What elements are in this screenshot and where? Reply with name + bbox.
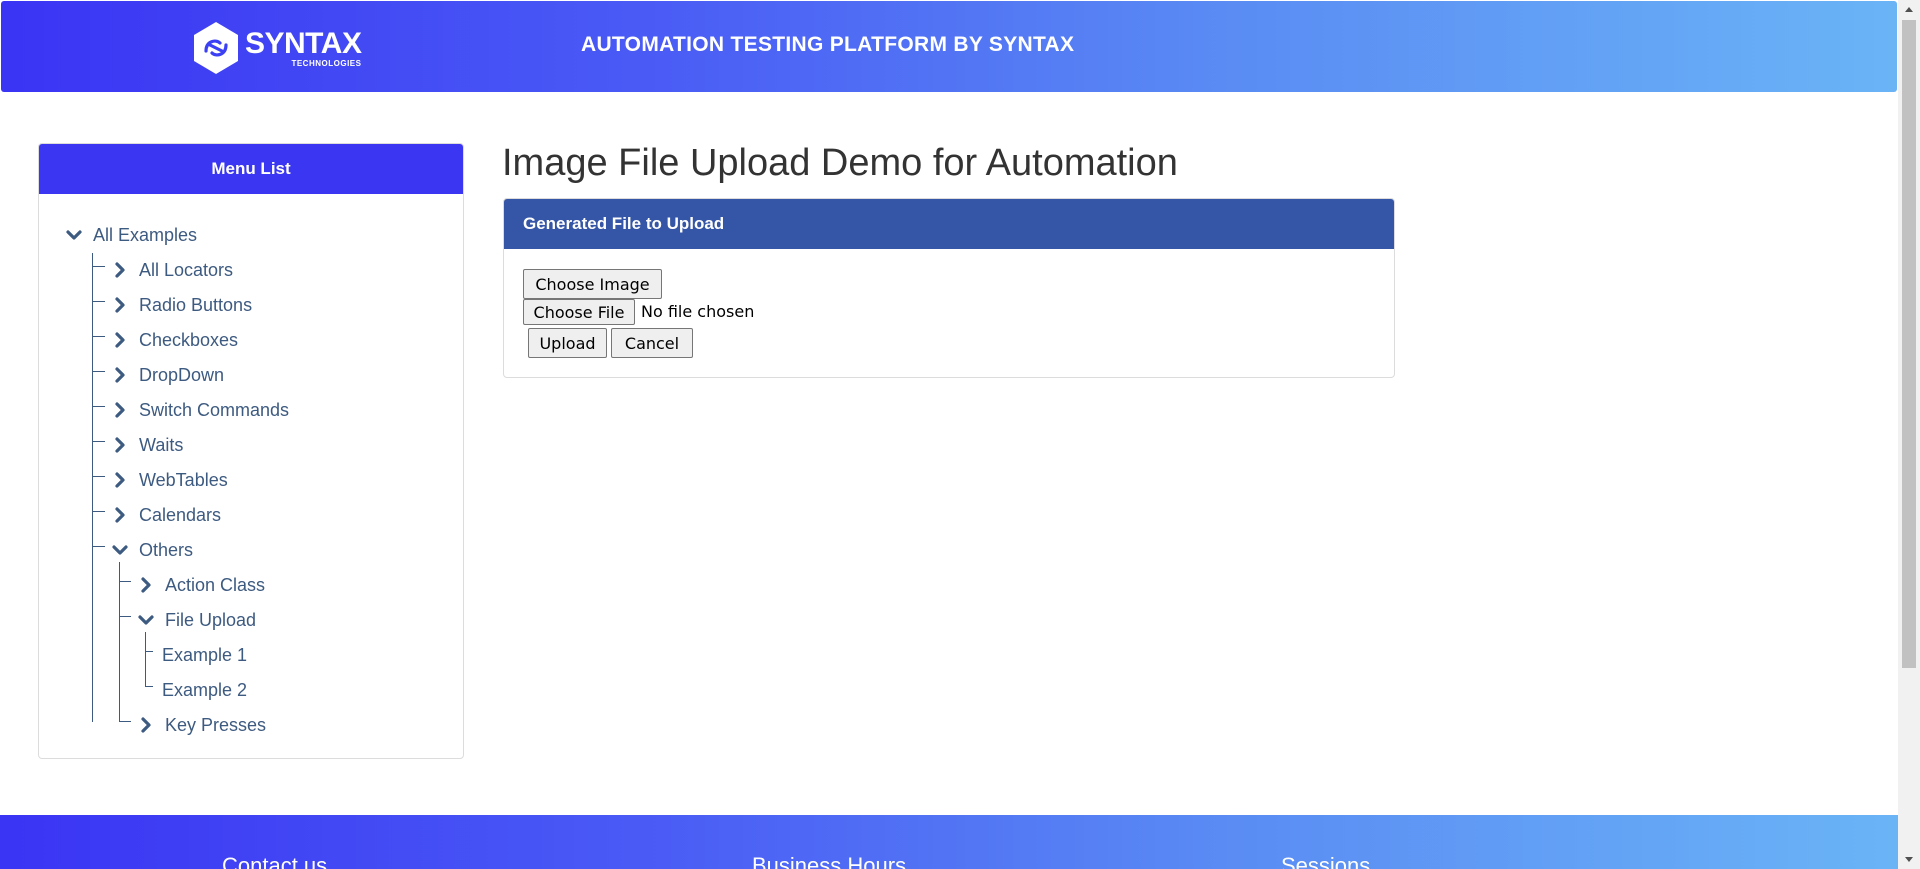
- file-status-text: No file chosen: [641, 302, 755, 321]
- tree-item-label: Action Class: [165, 574, 266, 595]
- tree-line: [92, 336, 105, 337]
- tree-item-calendars[interactable]: Calendars: [111, 503, 221, 527]
- page: SYNTAX TECHNOLOGIES AUTOMATION TESTING P…: [0, 0, 1898, 869]
- tree-item-label: Key Presses: [165, 714, 267, 735]
- logo-subtitle: TECHNOLOGIES: [291, 58, 362, 68]
- scroll-thumb[interactable]: [1902, 20, 1916, 668]
- tree-line: [145, 686, 153, 687]
- tree-line: [92, 301, 105, 302]
- syntax-logo[interactable]: SYNTAX TECHNOLOGIES: [192, 21, 362, 75]
- logo-hexagon-icon: [194, 22, 238, 74]
- tree-item-label: Waits: [139, 434, 184, 455]
- chevron-right-icon: [141, 577, 151, 593]
- tree-line: [92, 511, 105, 512]
- tree-item-label: Radio Buttons: [139, 294, 253, 315]
- tree-item-label: WebTables: [139, 469, 228, 490]
- tree-item-label: DropDown: [139, 364, 225, 385]
- tree-item-all-locators[interactable]: All Locators: [111, 258, 233, 282]
- chevron-right-icon: [115, 262, 125, 278]
- tree-item-switch-commands[interactable]: Switch Commands: [111, 398, 289, 422]
- tree-item-all-examples[interactable]: All Examples: [65, 223, 197, 247]
- tree-line: [119, 581, 131, 582]
- tree-line: [92, 406, 105, 407]
- chevron-right-icon: [115, 367, 125, 383]
- upload-card-title: Generated File to Upload: [504, 199, 1394, 249]
- arrow-down-icon: [1905, 857, 1913, 862]
- tree-line: [92, 253, 93, 722]
- tree-item-file-upload[interactable]: File Upload: [137, 608, 256, 632]
- chevron-right-icon: [115, 402, 125, 418]
- tree-line: [92, 266, 105, 267]
- tree-line: [119, 616, 131, 617]
- scroll-up-button[interactable]: [1898, 0, 1920, 18]
- footer: Contact us Business Hours Sessions: [0, 815, 1898, 869]
- tree-item-checkboxes[interactable]: Checkboxes: [111, 328, 238, 352]
- logo-title: SYNTAX: [245, 26, 362, 60]
- chevron-right-icon: [115, 297, 125, 313]
- tree-line: [92, 441, 105, 442]
- tree-line: [145, 651, 153, 652]
- tree-item-example-1[interactable]: Example 1: [162, 643, 247, 667]
- chevron-right-icon: [141, 717, 151, 733]
- chevron-right-icon: [115, 507, 125, 523]
- chevron-down-icon: [66, 230, 82, 240]
- arrow-up-icon: [1905, 7, 1913, 12]
- tree-line: [92, 371, 105, 372]
- tree-item-label: Example 1: [162, 644, 248, 665]
- tree-item-label: File Upload: [165, 609, 257, 630]
- menu-list-panel: Menu List All Examples All Locators Radi…: [38, 143, 464, 759]
- chevron-down-icon: [138, 615, 154, 625]
- vertical-scrollbar[interactable]: [1898, 0, 1920, 869]
- tree-item-label: Example 2: [162, 679, 248, 700]
- chevron-down-icon: [112, 545, 128, 555]
- footer-business-hours-heading: Business Hours: [752, 853, 907, 869]
- tree-item-key-presses[interactable]: Key Presses: [137, 713, 266, 737]
- tree-item-label: All Locators: [139, 259, 234, 280]
- choose-image-button[interactable]: Choose Image: [523, 269, 662, 299]
- tree-item-radio-buttons[interactable]: Radio Buttons: [111, 293, 252, 317]
- tree-item-others[interactable]: Others: [111, 538, 193, 562]
- choose-file-button[interactable]: Choose File: [523, 299, 635, 325]
- menu-list-title: Menu List: [39, 144, 463, 194]
- tree-item-label: Switch Commands: [139, 399, 290, 420]
- tree-item-webtables[interactable]: WebTables: [111, 468, 228, 492]
- tree-item-dropdown[interactable]: DropDown: [111, 363, 224, 387]
- footer-contact-heading: Contact us: [222, 853, 328, 869]
- tree-line: [145, 632, 146, 687]
- tree-item-label: Checkboxes: [139, 329, 239, 350]
- tree-item-action-class[interactable]: Action Class: [137, 573, 265, 597]
- upload-card: Generated File to Upload Choose Image Ch…: [503, 198, 1395, 378]
- chevron-right-icon: [115, 332, 125, 348]
- tree-item-waits[interactable]: Waits: [111, 433, 183, 457]
- tree-item-example-2[interactable]: Example 2: [162, 678, 247, 702]
- upload-button[interactable]: Upload: [528, 328, 607, 358]
- tree-line: [92, 476, 105, 477]
- cancel-button[interactable]: Cancel: [611, 328, 693, 358]
- chevron-right-icon: [115, 472, 125, 488]
- footer-sessions-heading: Sessions: [1281, 853, 1371, 869]
- page-title: Image File Upload Demo for Automation: [502, 142, 1178, 184]
- tree-line: [119, 562, 120, 722]
- scroll-down-button[interactable]: [1898, 851, 1920, 869]
- chevron-right-icon: [115, 437, 125, 453]
- tree-line: [119, 721, 131, 722]
- tree-item-label: Others: [139, 539, 194, 560]
- header-title: AUTOMATION TESTING PLATFORM BY SYNTAX: [581, 33, 1075, 56]
- tree-item-label: All Examples: [93, 224, 198, 245]
- top-header: SYNTAX TECHNOLOGIES AUTOMATION TESTING P…: [1, 1, 1897, 92]
- tree-line: [92, 546, 105, 547]
- tree-item-label: Calendars: [139, 504, 222, 525]
